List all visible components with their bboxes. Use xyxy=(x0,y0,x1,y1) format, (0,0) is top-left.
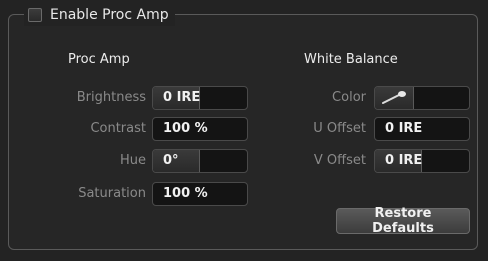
v-offset-slider[interactable]: 0 IRE xyxy=(374,149,470,173)
enable-proc-amp-label: Enable Proc Amp xyxy=(50,7,169,23)
hue-label: Hue xyxy=(119,153,146,168)
v-offset-value: 0 IRE xyxy=(385,153,423,168)
color-picker-button[interactable] xyxy=(375,87,414,109)
restore-defaults-button[interactable]: Restore Defaults xyxy=(336,206,470,236)
eyedropper-icon xyxy=(382,91,406,104)
hue-value: 0° xyxy=(163,153,179,168)
u-offset-label: U Offset xyxy=(313,121,366,136)
contrast-value: 100 % xyxy=(163,121,208,136)
contrast-label: Contrast xyxy=(90,121,146,136)
enable-proc-amp-checkbox[interactable] xyxy=(28,8,42,22)
v-offset-label: V Offset xyxy=(313,153,366,168)
u-offset-value: 0 IRE xyxy=(385,121,423,136)
proc-amp-title: Proc Amp xyxy=(68,52,130,67)
brightness-label: Brightness xyxy=(76,90,146,105)
color-picker[interactable] xyxy=(374,86,470,110)
saturation-label: Saturation xyxy=(78,186,146,201)
white-balance-title: White Balance xyxy=(304,52,398,67)
u-offset-slider[interactable]: 0 IRE xyxy=(374,117,470,141)
color-label: Color xyxy=(332,90,366,105)
saturation-slider[interactable]: 100 % xyxy=(152,182,248,206)
enable-proc-amp-header: Enable Proc Amp xyxy=(24,4,175,26)
brightness-value: 0 IRE xyxy=(163,90,201,105)
saturation-value: 100 % xyxy=(163,186,208,201)
